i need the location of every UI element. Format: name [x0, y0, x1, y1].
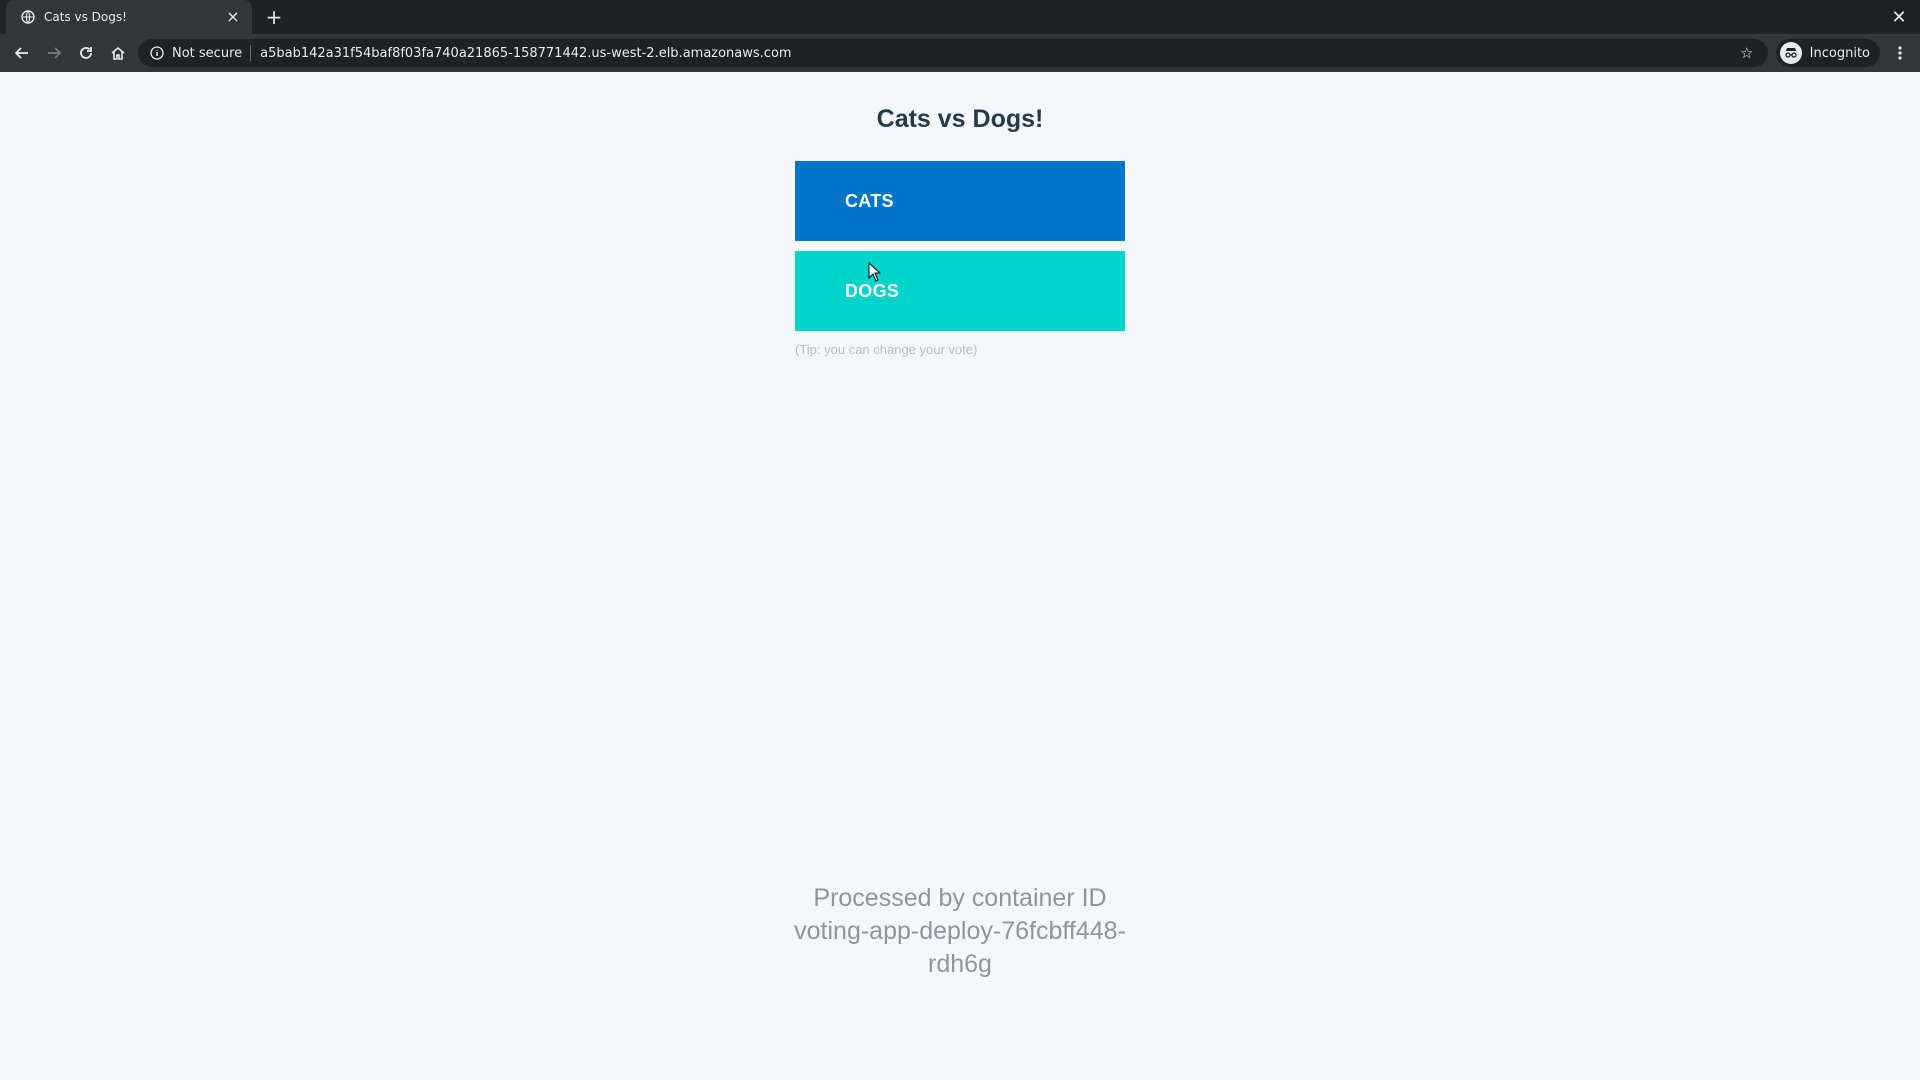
vote-cats-button[interactable]: CATS: [795, 161, 1125, 241]
bookmark-star-icon[interactable]: ☆: [1736, 42, 1758, 64]
container-info: Processed by container ID voting-app-dep…: [760, 882, 1160, 981]
new-tab-icon[interactable]: +: [260, 3, 288, 31]
reload-icon[interactable]: [70, 37, 102, 69]
address-bar[interactable]: Not secure a5bab142a31f54baf8f03fa740a21…: [138, 39, 1768, 67]
page-content: Cats vs Dogs! CATS DOGS (Tip: you can ch…: [0, 72, 1920, 1080]
container-id-line: voting-app-deploy-76fcbff448-: [794, 917, 1126, 945]
vote-tip: (Tip: you can change your vote): [795, 342, 978, 357]
browser-tab[interactable]: Cats vs Dogs! ×: [6, 0, 252, 34]
mouse-cursor-icon: [868, 262, 882, 282]
kebab-menu-icon[interactable]: [1886, 39, 1914, 67]
forward-arrow-icon[interactable]: [38, 37, 70, 69]
window-close-icon[interactable]: ✕: [1888, 6, 1910, 28]
info-icon[interactable]: [148, 44, 166, 62]
close-tab-icon[interactable]: ×: [224, 8, 242, 26]
omnibox-divider: [250, 45, 252, 61]
back-arrow-icon[interactable]: [6, 37, 38, 69]
incognito-profile-button[interactable]: Incognito: [1775, 39, 1880, 67]
vote-dogs-button[interactable]: DOGS: [795, 251, 1125, 331]
incognito-icon: [1779, 42, 1802, 64]
tab-title: Cats vs Dogs!: [44, 10, 127, 24]
container-id-line: rdh6g: [928, 950, 992, 978]
profile-label: Incognito: [1809, 45, 1870, 61]
url-text[interactable]: a5bab142a31f54baf8f03fa740a21865-1587714…: [260, 46, 1736, 61]
container-info-line: Processed by container ID: [813, 884, 1107, 912]
browser-tab-strip: Cats vs Dogs! × + ✕: [0, 0, 1920, 34]
home-icon[interactable]: [102, 37, 134, 69]
page-title: Cats vs Dogs!: [876, 105, 1044, 133]
security-status[interactable]: Not secure: [172, 46, 242, 61]
browser-toolbar: Not secure a5bab142a31f54baf8f03fa740a21…: [0, 34, 1920, 72]
globe-icon: [20, 9, 36, 25]
